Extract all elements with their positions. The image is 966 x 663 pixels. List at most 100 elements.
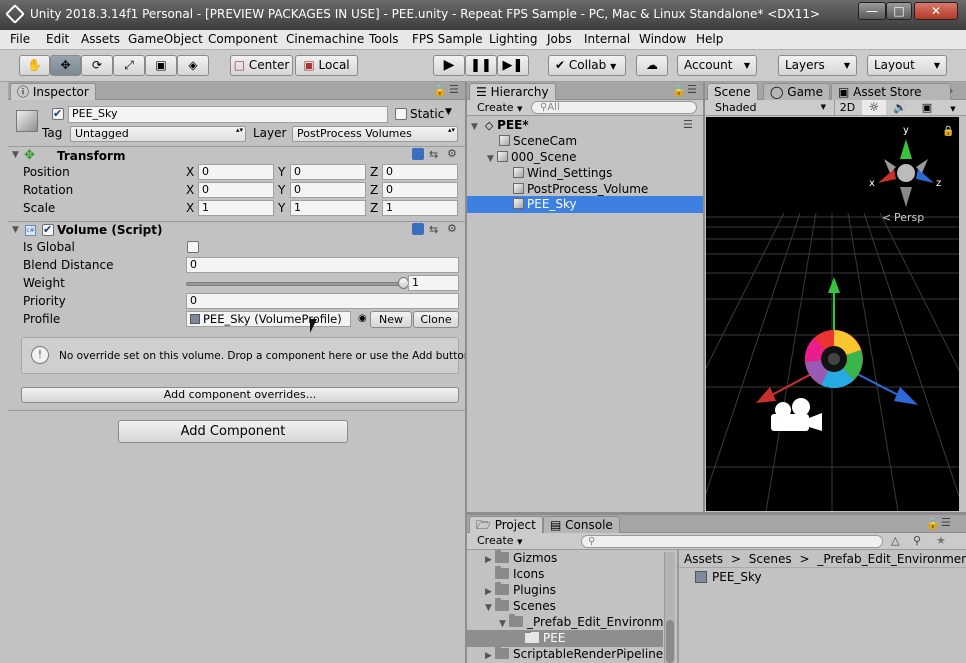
star-icon[interactable]: ★	[936, 534, 946, 547]
list-item[interactable]: ▶ ScriptableRenderPipeline	[485, 646, 663, 662]
tab-hierarchy[interactable]: ☰ Hierarchy	[469, 83, 556, 100]
scale-x-field[interactable]: 1	[198, 200, 274, 216]
static-checkbox[interactable]	[395, 108, 407, 120]
menu-window[interactable]: Window	[639, 32, 686, 46]
shading-mode-dropdown[interactable]: Shaded ▼	[709, 100, 830, 115]
step-button[interactable]: ▶❚	[497, 55, 529, 76]
priority-field[interactable]: 0	[186, 293, 459, 309]
breadcrumb-item[interactable]: Assets	[684, 552, 723, 566]
foldout-arrow-icon[interactable]: ▼	[12, 150, 22, 160]
chevron-right-icon[interactable]: ›	[949, 84, 953, 97]
scene-viewport[interactable]: y x z 🔒 < Persp	[706, 117, 959, 511]
active-checkbox[interactable]	[52, 107, 64, 120]
object-name-field[interactable]: PEE_Sky	[68, 106, 388, 123]
menu-cinemachine[interactable]: Cinemachine	[286, 32, 364, 46]
help-book-icon[interactable]	[412, 223, 424, 235]
menu-component[interactable]: Component	[208, 32, 278, 46]
pause-button[interactable]: ❚❚	[465, 55, 497, 76]
foldout-arrow-icon[interactable]: ▶	[485, 552, 495, 568]
lock-icon[interactable]: 🔒	[433, 84, 447, 97]
rotation-z-field[interactable]: 0	[382, 182, 458, 198]
menu-gameobject[interactable]: GameObject	[128, 32, 203, 46]
menu-fps-sample[interactable]: FPS Sample	[412, 32, 483, 46]
scene-more-dropdown[interactable]: ▼	[942, 100, 964, 115]
list-item[interactable]: Wind_Settings	[513, 165, 612, 181]
list-item[interactable]: ▼ _Prefab_Edit_Environm	[499, 614, 663, 630]
clone-profile-button[interactable]: Clone	[413, 311, 459, 328]
object-picker-icon[interactable]: ◉	[358, 313, 367, 324]
list-item-selected[interactable]: PEE_Sky	[467, 196, 703, 213]
rotation-y-field[interactable]: 0	[290, 182, 366, 198]
layers-dropdown[interactable]: Layers ▼	[778, 55, 857, 76]
pivot-center-button[interactable]: □ Center	[230, 55, 293, 76]
hierarchy-search-input[interactable]: ⚲All	[531, 101, 697, 114]
tab-inspector[interactable]: ⓘ Inspector	[10, 83, 96, 100]
project-search-input[interactable]: ⚲	[581, 535, 883, 548]
menu-jobs[interactable]: Jobs	[547, 32, 572, 46]
tag-dropdown[interactable]: Untagged	[70, 126, 246, 142]
persp-label[interactable]: Persp	[894, 211, 924, 224]
help-book-icon[interactable]	[412, 148, 424, 160]
foldout-arrow-icon[interactable]: ▼	[485, 600, 495, 616]
menu-tools[interactable]: Tools	[369, 32, 399, 46]
minimize-button[interactable]: —	[858, 2, 886, 20]
preset-icon[interactable]: ⇆	[429, 148, 438, 161]
volume-enabled-checkbox[interactable]	[42, 223, 54, 236]
breadcrumb-item[interactable]: Scenes	[749, 552, 792, 566]
move-tool-button[interactable]: ✥	[50, 55, 81, 76]
rotation-x-field[interactable]: 0	[198, 182, 274, 198]
2d-toggle[interactable]: 2D	[834, 100, 860, 115]
audio-toggle[interactable]: 🔊	[888, 100, 912, 115]
weight-value-field[interactable]: 1	[408, 275, 459, 291]
list-item[interactable]: SceneCam	[499, 133, 577, 149]
account-dropdown[interactable]: Account ▼	[677, 55, 757, 76]
foldout-arrow-icon[interactable]: ▶	[485, 648, 495, 663]
preset-icon[interactable]: ⇆	[429, 223, 438, 236]
foldout-arrow-icon[interactable]: ▼	[471, 119, 481, 135]
menu-internal[interactable]: Internal	[584, 32, 630, 46]
asset-item[interactable]: PEE_Sky	[695, 569, 762, 585]
menu-file[interactable]: File	[10, 32, 30, 46]
weight-slider-track[interactable]	[186, 282, 404, 286]
position-x-field[interactable]: 0	[198, 164, 274, 180]
list-item[interactable]: Icons	[495, 566, 544, 582]
add-component-button[interactable]: Add Component	[118, 420, 348, 443]
lock-icon[interactable]: 🔒	[672, 84, 686, 97]
foldout-arrow-icon[interactable]: ▼	[487, 151, 497, 167]
scrollbar-thumb[interactable]	[666, 620, 674, 663]
transform-tool-button[interactable]: ◈	[177, 55, 209, 76]
new-profile-button[interactable]: New	[370, 311, 412, 328]
menu-icon[interactable]: ☰	[683, 117, 693, 133]
close-button[interactable]: ✕	[914, 2, 958, 20]
breadcrumb-item[interactable]: _Prefab_Edit_Environment	[817, 552, 966, 566]
tag-filter-icon[interactable]: ⚲	[913, 534, 921, 547]
blend-distance-field[interactable]: 0	[186, 257, 459, 273]
menu-icon[interactable]: ☰	[687, 83, 697, 96]
add-overrides-button[interactable]: Add component overrides...	[21, 387, 459, 403]
folder-tree-scrollbar[interactable]	[664, 552, 675, 663]
pivot-local-button[interactable]: ▣ Local	[295, 55, 358, 76]
scale-z-field[interactable]: 1	[382, 200, 458, 216]
list-item[interactable]: PostProcess_Volume	[513, 181, 648, 197]
effects-dropdown[interactable]: ▣	[914, 100, 940, 115]
menu-icon[interactable]: ☰	[449, 83, 459, 96]
filter-type-icon[interactable]: △	[891, 534, 899, 547]
rotate-tool-button[interactable]: ⟳	[81, 55, 113, 76]
tab-console[interactable]: ▤ Console	[543, 516, 620, 533]
hand-tool-button[interactable]: ✋	[19, 55, 50, 76]
menu-lighting[interactable]: Lighting	[489, 32, 538, 46]
tab-asset-store[interactable]: ▣ Asset Store	[831, 83, 951, 100]
list-item[interactable]: ▶ Gizmos	[485, 550, 557, 566]
hierarchy-create-dropdown[interactable]: Create ▼	[471, 100, 527, 115]
chevron-down-icon[interactable]: ▼	[445, 107, 452, 117]
position-y-field[interactable]: 0	[290, 164, 366, 180]
rect-tool-button[interactable]: ▣	[145, 55, 177, 76]
lighting-toggle[interactable]: ☼	[862, 100, 886, 115]
lock-icon[interactable]: 🔒	[926, 517, 940, 530]
tab-game[interactable]: ◯ Game	[763, 83, 830, 100]
menu-edit[interactable]: Edit	[46, 32, 69, 46]
scale-tool-button[interactable]: ⤢	[113, 55, 145, 76]
gear-icon[interactable]: ⚙	[447, 222, 457, 235]
lock-icon[interactable]: 🔒	[942, 125, 954, 137]
list-item[interactable]: ▼ Scenes	[485, 598, 556, 614]
